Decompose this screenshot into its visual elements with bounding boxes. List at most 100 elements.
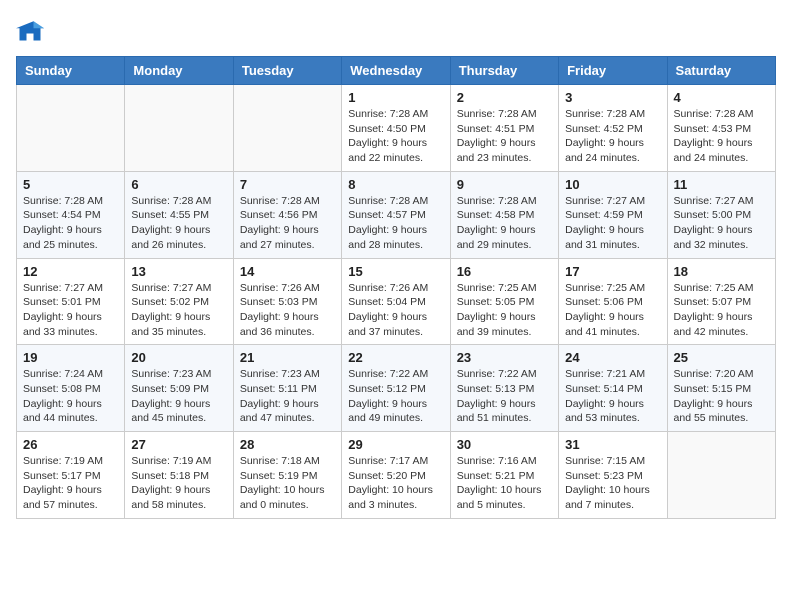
logo xyxy=(16,16,48,44)
day-number: 30 xyxy=(457,437,552,452)
calendar-cell: 13 Sunrise: 7:27 AM Sunset: 5:02 PM Dayli… xyxy=(125,258,233,345)
logo-icon xyxy=(16,16,44,44)
day-number: 18 xyxy=(674,264,769,279)
day-info: Sunrise: 7:27 AM Sunset: 5:01 PM Dayligh… xyxy=(23,281,118,340)
day-number: 25 xyxy=(674,350,769,365)
day-info: Sunrise: 7:22 AM Sunset: 5:13 PM Dayligh… xyxy=(457,367,552,426)
calendar-cell: 5 Sunrise: 7:28 AM Sunset: 4:54 PM Daylig… xyxy=(17,171,125,258)
day-number: 20 xyxy=(131,350,226,365)
calendar-week-row: 19 Sunrise: 7:24 AM Sunset: 5:08 PM Dayli… xyxy=(17,345,776,432)
day-number: 28 xyxy=(240,437,335,452)
day-info: Sunrise: 7:28 AM Sunset: 4:55 PM Dayligh… xyxy=(131,194,226,253)
day-number: 17 xyxy=(565,264,660,279)
day-info: Sunrise: 7:26 AM Sunset: 5:04 PM Dayligh… xyxy=(348,281,443,340)
day-info: Sunrise: 7:20 AM Sunset: 5:15 PM Dayligh… xyxy=(674,367,769,426)
day-info: Sunrise: 7:21 AM Sunset: 5:14 PM Dayligh… xyxy=(565,367,660,426)
day-number: 14 xyxy=(240,264,335,279)
day-info: Sunrise: 7:27 AM Sunset: 4:59 PM Dayligh… xyxy=(565,194,660,253)
day-number: 26 xyxy=(23,437,118,452)
column-header-friday: Friday xyxy=(559,57,667,85)
calendar-cell: 3 Sunrise: 7:28 AM Sunset: 4:52 PM Daylig… xyxy=(559,85,667,172)
day-info: Sunrise: 7:28 AM Sunset: 4:51 PM Dayligh… xyxy=(457,107,552,166)
day-number: 13 xyxy=(131,264,226,279)
day-number: 10 xyxy=(565,177,660,192)
day-info: Sunrise: 7:17 AM Sunset: 5:20 PM Dayligh… xyxy=(348,454,443,513)
day-info: Sunrise: 7:28 AM Sunset: 4:53 PM Dayligh… xyxy=(674,107,769,166)
calendar-cell: 15 Sunrise: 7:26 AM Sunset: 5:04 PM Dayli… xyxy=(342,258,450,345)
day-info: Sunrise: 7:16 AM Sunset: 5:21 PM Dayligh… xyxy=(457,454,552,513)
calendar-cell: 31Sunrise: 7:15 AM Sunset: 5:23 PM Dayli… xyxy=(559,432,667,519)
calendar-cell: 11 Sunrise: 7:27 AM Sunset: 5:00 PM Dayli… xyxy=(667,171,775,258)
column-header-monday: Monday xyxy=(125,57,233,85)
day-info: Sunrise: 7:25 AM Sunset: 5:07 PM Dayligh… xyxy=(674,281,769,340)
day-info: Sunrise: 7:24 AM Sunset: 5:08 PM Dayligh… xyxy=(23,367,118,426)
day-info: Sunrise: 7:27 AM Sunset: 5:00 PM Dayligh… xyxy=(674,194,769,253)
calendar-cell: 30 Sunrise: 7:16 AM Sunset: 5:21 PM Dayli… xyxy=(450,432,558,519)
calendar-cell: 20 Sunrise: 7:23 AM Sunset: 5:09 PM Dayli… xyxy=(125,345,233,432)
calendar-cell: 1 Sunrise: 7:28 AM Sunset: 4:50 PM Daylig… xyxy=(342,85,450,172)
calendar-cell: 16 Sunrise: 7:25 AM Sunset: 5:05 PM Dayli… xyxy=(450,258,558,345)
calendar-cell: 10 Sunrise: 7:27 AM Sunset: 4:59 PM Dayli… xyxy=(559,171,667,258)
day-number: 9 xyxy=(457,177,552,192)
day-info: Sunrise: 7:28 AM Sunset: 4:52 PM Dayligh… xyxy=(565,107,660,166)
day-info: Sunrise: 7:19 AM Sunset: 5:18 PM Dayligh… xyxy=(131,454,226,513)
day-number: 11 xyxy=(674,177,769,192)
day-info: Sunrise: 7:23 AM Sunset: 5:11 PM Dayligh… xyxy=(240,367,335,426)
day-number: 24 xyxy=(565,350,660,365)
calendar-cell: 9 Sunrise: 7:28 AM Sunset: 4:58 PM Daylig… xyxy=(450,171,558,258)
calendar-cell: 19 Sunrise: 7:24 AM Sunset: 5:08 PM Dayli… xyxy=(17,345,125,432)
day-info: Sunrise: 7:28 AM Sunset: 4:56 PM Dayligh… xyxy=(240,194,335,253)
calendar-header-row: SundayMondayTuesdayWednesdayThursdayFrid… xyxy=(17,57,776,85)
calendar-cell: 2Sunrise: 7:28 AM Sunset: 4:51 PM Daylig… xyxy=(450,85,558,172)
calendar-cell: 26 Sunrise: 7:19 AM Sunset: 5:17 PM Dayli… xyxy=(17,432,125,519)
calendar-week-row: 26 Sunrise: 7:19 AM Sunset: 5:17 PM Dayli… xyxy=(17,432,776,519)
day-number: 15 xyxy=(348,264,443,279)
day-info: Sunrise: 7:28 AM Sunset: 4:57 PM Dayligh… xyxy=(348,194,443,253)
calendar-table: SundayMondayTuesdayWednesdayThursdayFrid… xyxy=(16,56,776,519)
calendar-week-row: 12 Sunrise: 7:27 AM Sunset: 5:01 PM Dayli… xyxy=(17,258,776,345)
calendar-cell: 27 Sunrise: 7:19 AM Sunset: 5:18 PM Dayli… xyxy=(125,432,233,519)
day-number: 12 xyxy=(23,264,118,279)
day-info: Sunrise: 7:28 AM Sunset: 4:54 PM Dayligh… xyxy=(23,194,118,253)
calendar-cell: 24 Sunrise: 7:21 AM Sunset: 5:14 PM Dayli… xyxy=(559,345,667,432)
day-number: 3 xyxy=(565,90,660,105)
day-info: Sunrise: 7:26 AM Sunset: 5:03 PM Dayligh… xyxy=(240,281,335,340)
calendar-cell: 23 Sunrise: 7:22 AM Sunset: 5:13 PM Dayli… xyxy=(450,345,558,432)
column-header-saturday: Saturday xyxy=(667,57,775,85)
page-header xyxy=(16,16,776,44)
calendar-cell: 18 Sunrise: 7:25 AM Sunset: 5:07 PM Dayli… xyxy=(667,258,775,345)
day-number: 16 xyxy=(457,264,552,279)
column-header-tuesday: Tuesday xyxy=(233,57,341,85)
day-number: 29 xyxy=(348,437,443,452)
day-info: Sunrise: 7:27 AM Sunset: 5:02 PM Dayligh… xyxy=(131,281,226,340)
day-number: 27 xyxy=(131,437,226,452)
day-number: 23 xyxy=(457,350,552,365)
day-info: Sunrise: 7:28 AM Sunset: 4:58 PM Dayligh… xyxy=(457,194,552,253)
day-info: Sunrise: 7:28 AM Sunset: 4:50 PM Dayligh… xyxy=(348,107,443,166)
day-number: 5 xyxy=(23,177,118,192)
day-number: 7 xyxy=(240,177,335,192)
calendar-cell: 29 Sunrise: 7:17 AM Sunset: 5:20 PM Dayli… xyxy=(342,432,450,519)
calendar-cell: 25 Sunrise: 7:20 AM Sunset: 5:15 PM Dayli… xyxy=(667,345,775,432)
calendar-cell: 7 Sunrise: 7:28 AM Sunset: 4:56 PM Daylig… xyxy=(233,171,341,258)
day-number: 19 xyxy=(23,350,118,365)
day-info: Sunrise: 7:25 AM Sunset: 5:06 PM Dayligh… xyxy=(565,281,660,340)
day-info: Sunrise: 7:25 AM Sunset: 5:05 PM Dayligh… xyxy=(457,281,552,340)
calendar-week-row: 5 Sunrise: 7:28 AM Sunset: 4:54 PM Daylig… xyxy=(17,171,776,258)
day-number: 8 xyxy=(348,177,443,192)
calendar-cell: 17 Sunrise: 7:25 AM Sunset: 5:06 PM Dayli… xyxy=(559,258,667,345)
calendar-cell: 28Sunrise: 7:18 AM Sunset: 5:19 PM Dayli… xyxy=(233,432,341,519)
day-number: 31 xyxy=(565,437,660,452)
day-info: Sunrise: 7:23 AM Sunset: 5:09 PM Dayligh… xyxy=(131,367,226,426)
calendar-cell xyxy=(17,85,125,172)
day-info: Sunrise: 7:19 AM Sunset: 5:17 PM Dayligh… xyxy=(23,454,118,513)
day-number: 1 xyxy=(348,90,443,105)
day-number: 6 xyxy=(131,177,226,192)
calendar-cell: 14 Sunrise: 7:26 AM Sunset: 5:03 PM Dayli… xyxy=(233,258,341,345)
calendar-cell xyxy=(233,85,341,172)
day-number: 21 xyxy=(240,350,335,365)
calendar-cell: 6 Sunrise: 7:28 AM Sunset: 4:55 PM Daylig… xyxy=(125,171,233,258)
calendar-cell: 21 Sunrise: 7:23 AM Sunset: 5:11 PM Dayli… xyxy=(233,345,341,432)
calendar-cell xyxy=(667,432,775,519)
day-info: Sunrise: 7:22 AM Sunset: 5:12 PM Dayligh… xyxy=(348,367,443,426)
